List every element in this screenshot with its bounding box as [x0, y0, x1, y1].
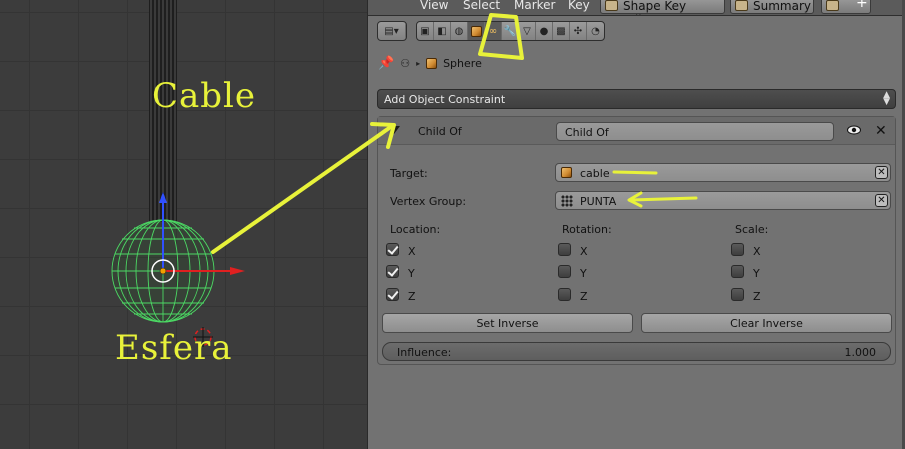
scale-z-label: Z [753, 290, 761, 303]
eye-icon[interactable] [847, 125, 861, 135]
scale-x-checkbox[interactable] [731, 243, 744, 256]
object-data-icon: ⚇ [400, 56, 411, 70]
breadcrumb: 📌 ⚇ ▸ Sphere [378, 55, 482, 71]
object-cube-icon [426, 57, 438, 69]
rotation-y-label: Y [580, 267, 587, 280]
properties-tab-bar: ▤▾ ▣ ◧ ◍ ∞ 🔧 ▽ ● ▩ ✣ ◔ [368, 17, 905, 45]
annotation-cable-label: Cable [152, 76, 257, 116]
vertex-group-field[interactable]: PUNTA ✕ [555, 191, 891, 210]
summary-icon [735, 0, 748, 11]
modifiers-tab-icon[interactable]: 🔧 [502, 22, 519, 40]
scale-y-checkbox[interactable] [731, 265, 744, 278]
influence-slider[interactable]: Influence: 1.000 [382, 342, 891, 361]
constraints-tab-icon[interactable]: ∞ [485, 22, 502, 40]
target-label: Target: [390, 167, 428, 180]
location-x-checkbox[interactable] [386, 243, 399, 256]
add-icon[interactable]: + [856, 0, 868, 11]
filter-dropdown[interactable]: + [821, 0, 871, 14]
physics-tab-icon[interactable]: ◔ [587, 22, 604, 40]
breadcrumb-arrow-icon: ▸ [416, 58, 421, 68]
particles-tab-icon[interactable]: ✣ [570, 22, 587, 40]
clear-vertex-group-icon[interactable]: ✕ [875, 194, 888, 207]
mode-dropdown[interactable]: Shape Key Editor [600, 0, 725, 15]
mode-dropdown-label: Shape Key Editor [623, 0, 687, 15]
data-tab-icon[interactable]: ▽ [519, 22, 536, 40]
location-z-checkbox[interactable] [386, 288, 399, 301]
rotation-z-label: Z [580, 290, 588, 303]
child-of-constraint-panel: Child Of Child Of ✕ Target: cable ✕ Vert… [377, 116, 896, 365]
context-tabs: ▣ ◧ ◍ ∞ 🔧 ▽ ● ▩ ✣ ◔ [416, 21, 605, 41]
texture-tab-icon[interactable]: ▩ [553, 22, 570, 40]
menu-key[interactable]: Key [568, 0, 590, 12]
menu-select[interactable]: Select [463, 0, 500, 12]
editor-type-button[interactable]: ▤▾ [377, 21, 407, 41]
render-tab-icon[interactable]: ▣ [417, 22, 434, 40]
breadcrumb-object-name: Sphere [443, 56, 482, 70]
rotation-z-checkbox[interactable] [558, 288, 571, 301]
updown-arrows-icon: ▲ ▼ [883, 90, 890, 107]
world-tab-icon[interactable]: ◍ [451, 22, 468, 40]
add-object-constraint-dropdown[interactable]: Add Object Constraint ▲ ▼ [377, 89, 896, 109]
annotation-esfera-label: Esfera [115, 328, 233, 368]
target-field[interactable]: cable ✕ [555, 163, 891, 182]
set-inverse-button[interactable]: Set Inverse [382, 313, 633, 333]
target-object-icon [561, 167, 572, 178]
vertex-group-value: PUNTA [580, 195, 617, 208]
scale-y-label: Y [753, 267, 760, 280]
filter-icon [826, 0, 839, 11]
constraint-name-field[interactable]: Child Of [556, 122, 834, 141]
rotation-title: Rotation: [562, 223, 612, 236]
shape-key-icon [605, 0, 618, 11]
scene-tab-icon[interactable]: ◧ [434, 22, 451, 40]
vertex-group-icon [561, 195, 573, 207]
rotation-y-checkbox[interactable] [558, 265, 571, 278]
editor-type-icon: ▤▾ [378, 22, 406, 40]
rotation-x-label: X [580, 245, 588, 258]
properties-panel: View Select Marker Key Shape Key Editor … [367, 0, 905, 449]
scale-z-checkbox[interactable] [731, 288, 744, 301]
location-x-label: X [408, 245, 416, 258]
pin-icon[interactable]: 📌 [378, 56, 394, 71]
summary-dropdown-label: Summary [753, 0, 811, 13]
collapse-triangle-icon[interactable] [388, 126, 400, 134]
summary-dropdown[interactable]: Summary [730, 0, 814, 14]
scale-x-label: X [753, 245, 761, 258]
header-bar: View Select Marker Key Shape Key Editor … [368, 0, 905, 16]
3d-viewport[interactable]: Cable Esfera [0, 0, 367, 449]
rotation-x-checkbox[interactable] [558, 243, 571, 256]
location-y-label: Y [408, 267, 415, 280]
location-title: Location: [390, 223, 441, 236]
menu-view[interactable]: View [420, 0, 448, 12]
clear-inverse-button[interactable]: Clear Inverse [641, 313, 892, 333]
location-y-checkbox[interactable] [386, 265, 399, 278]
clear-target-icon[interactable]: ✕ [875, 166, 888, 179]
influence-label: Influence: [397, 346, 452, 359]
vertex-group-label: Vertex Group: [390, 195, 467, 208]
add-constraint-label: Add Object Constraint [384, 93, 506, 106]
object-tab-icon[interactable] [468, 22, 485, 40]
remove-constraint-icon[interactable]: ✕ [875, 123, 887, 139]
menu-marker[interactable]: Marker [514, 0, 555, 12]
location-z-label: Z [408, 290, 416, 303]
target-value: cable [580, 167, 610, 180]
constraint-type-label: Child Of [418, 125, 462, 138]
scale-title: Scale: [735, 223, 769, 236]
influence-value: 1.000 [844, 346, 877, 359]
viewport-scene [111, 0, 245, 347]
constraint-header: Child Of Child Of ✕ [378, 117, 895, 145]
material-tab-icon[interactable]: ● [536, 22, 553, 40]
